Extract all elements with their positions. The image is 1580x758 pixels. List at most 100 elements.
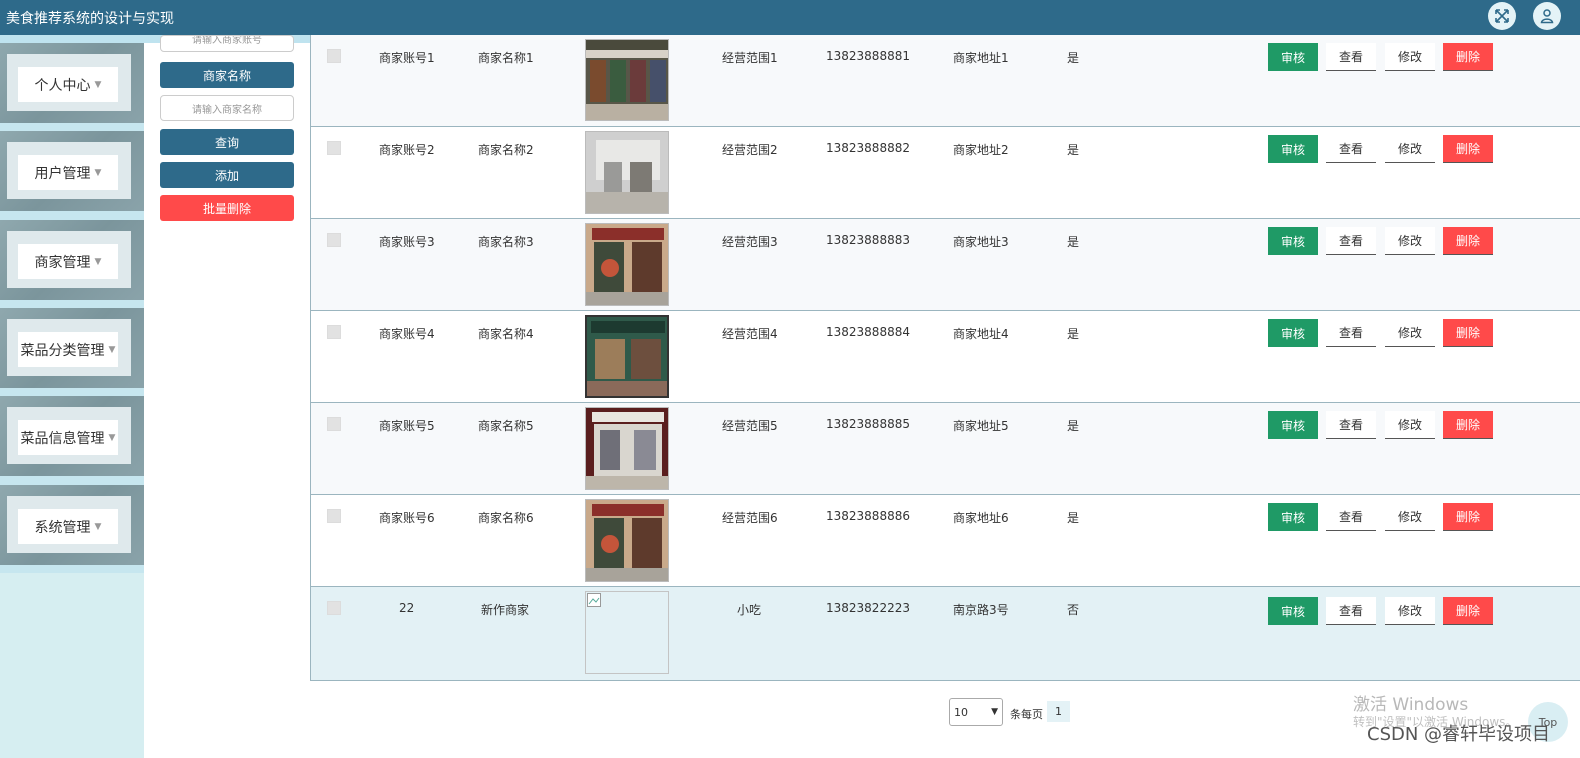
page-size-select[interactable]: 10 ▼ [949, 698, 1003, 726]
audit-button[interactable]: 审核 [1268, 135, 1318, 163]
chevron-down-icon: ▼ [991, 707, 998, 717]
approved: 是 [1067, 235, 1080, 249]
sidebar-item-label: 菜品分类管理 ▼ [18, 332, 118, 367]
merchant-table: 商家账号1 商家名称1 经营范围1 13823888881 商家地址1 是 审核… [310, 35, 1580, 681]
phone: 13823888884 [826, 325, 910, 339]
merchant-image [585, 223, 669, 306]
view-button[interactable]: 查看 [1326, 43, 1376, 71]
approved: 否 [1067, 603, 1080, 617]
business-scope: 经营范围1 [722, 51, 778, 65]
view-button[interactable]: 查看 [1326, 319, 1376, 347]
audit-button[interactable]: 审核 [1268, 503, 1318, 531]
top-bar: 美食推荐系统的设计与实现 [0, 0, 1580, 43]
merchant-name-input[interactable]: 请输入商家名称 [160, 95, 294, 121]
phone: 13823888881 [826, 49, 910, 63]
business-scope: 经营范围6 [722, 511, 778, 525]
business-scope: 经营范围5 [722, 419, 778, 433]
approved: 是 [1067, 51, 1080, 65]
row-checkbox[interactable] [327, 325, 341, 339]
edit-button[interactable]: 修改 [1385, 135, 1435, 163]
merchant-account-input[interactable]: 请输入商家账号 [160, 35, 294, 52]
merchant-account: 商家账号4 [379, 327, 435, 341]
delete-button[interactable]: 删除 [1443, 227, 1493, 255]
sidebar-item-dish-management[interactable]: 菜品信息管理 ▼ [0, 396, 144, 476]
audit-button[interactable]: 审核 [1268, 319, 1318, 347]
table-row: 商家账号4 商家名称4 经营范围4 13823888884 商家地址4 是 审核… [311, 311, 1580, 403]
row-checkbox[interactable] [327, 233, 341, 247]
phone: 13823888885 [826, 417, 910, 431]
fullscreen-button[interactable] [1488, 2, 1516, 30]
table-row: 商家账号2 商家名称2 经营范围2 13823888882 商家地址2 是 审核… [311, 127, 1580, 219]
csdn-watermark: CSDN @睿轩毕设项目 [1367, 724, 1551, 745]
audit-button[interactable]: 审核 [1268, 227, 1318, 255]
add-button[interactable]: 添加 [160, 162, 294, 188]
chevron-down-icon: ▼ [94, 521, 102, 532]
merchant-image [585, 407, 669, 490]
expand-icon [1495, 9, 1509, 23]
merchant-image [585, 499, 669, 582]
row-checkbox[interactable] [327, 509, 341, 523]
page-number-current[interactable]: 1 [1047, 701, 1070, 722]
audit-button[interactable]: 审核 [1268, 411, 1318, 439]
chevron-down-icon: ▼ [108, 432, 116, 443]
business-scope: 经营范围4 [722, 327, 778, 341]
edit-button[interactable]: 修改 [1385, 411, 1435, 439]
audit-button[interactable]: 审核 [1268, 597, 1318, 625]
per-page-label: 条每页 [1010, 708, 1043, 721]
table-row: 商家账号6 商家名称6 经营范围6 13823888886 商家地址6 是 审核… [311, 495, 1580, 587]
sidebar-item-label: 商家管理 ▼ [18, 244, 118, 279]
batch-delete-button[interactable]: 批量删除 [160, 195, 294, 221]
row-checkbox[interactable] [327, 49, 341, 63]
view-button[interactable]: 查看 [1326, 597, 1376, 625]
edit-button[interactable]: 修改 [1385, 43, 1435, 71]
row-checkbox[interactable] [327, 601, 341, 615]
approved: 是 [1067, 511, 1080, 525]
delete-button[interactable]: 删除 [1443, 597, 1493, 625]
view-button[interactable]: 查看 [1326, 411, 1376, 439]
sidebar-item-personal-center[interactable]: 个人中心 ▼ [0, 43, 144, 123]
sidebar: 个人中心 ▼ 用户管理 ▼ 商家管理 ▼ 菜品分类管理 ▼ 菜品信息管理 ▼ 系统管理 ▼ [0, 43, 144, 758]
sidebar-item-category-management[interactable]: 菜品分类管理 ▼ [0, 308, 144, 388]
edit-button[interactable]: 修改 [1385, 503, 1435, 531]
row-checkbox[interactable] [327, 141, 341, 155]
sidebar-item-user-management[interactable]: 用户管理 ▼ [0, 131, 144, 211]
merchant-image [585, 131, 669, 214]
business-scope: 经营范围3 [722, 235, 778, 249]
sidebar-item-merchant-management[interactable]: 商家管理 ▼ [0, 220, 144, 300]
merchant-name: 新作商家 [481, 603, 530, 617]
edit-button[interactable]: 修改 [1385, 597, 1435, 625]
merchant-name: 商家名称6 [478, 511, 534, 525]
edit-button[interactable]: 修改 [1385, 319, 1435, 347]
business-scope: 小吃 [737, 603, 762, 617]
chevron-down-icon: ▼ [94, 79, 102, 90]
broken-image-icon [587, 593, 601, 607]
delete-button[interactable]: 删除 [1443, 135, 1493, 163]
delete-button[interactable]: 删除 [1443, 319, 1493, 347]
table-row: 商家账号3 商家名称3 经营范围3 13823888883 商家地址3 是 审核… [311, 219, 1580, 311]
row-checkbox[interactable] [327, 417, 341, 431]
table-row: 商家账号5 商家名称5 经营范围5 13823888885 商家地址5 是 审核… [311, 403, 1580, 495]
audit-button[interactable]: 审核 [1268, 43, 1318, 71]
user-button[interactable] [1533, 2, 1561, 30]
app-title: 美食推荐系统的设计与实现 [6, 11, 174, 27]
merchant-account: 22 [399, 601, 415, 615]
delete-button[interactable]: 删除 [1443, 411, 1493, 439]
delete-button[interactable]: 删除 [1443, 43, 1493, 71]
merchant-name: 商家名称3 [478, 235, 534, 249]
view-button[interactable]: 查看 [1326, 135, 1376, 163]
approved: 是 [1067, 143, 1080, 157]
phone: 13823888883 [826, 233, 910, 247]
view-button[interactable]: 查看 [1326, 503, 1376, 531]
merchant-image [585, 39, 669, 121]
address: 商家地址2 [953, 143, 1009, 157]
delete-button[interactable]: 删除 [1443, 503, 1493, 531]
view-button[interactable]: 查看 [1326, 227, 1376, 255]
edit-button[interactable]: 修改 [1385, 227, 1435, 255]
query-button[interactable]: 查询 [160, 129, 294, 155]
merchant-account: 商家账号3 [379, 235, 435, 249]
user-icon [1540, 9, 1554, 24]
chevron-down-icon: ▼ [94, 256, 102, 267]
page-size-value: 10 [954, 705, 968, 719]
sidebar-item-system-management[interactable]: 系统管理 ▼ [0, 485, 144, 565]
merchant-image [585, 315, 669, 398]
